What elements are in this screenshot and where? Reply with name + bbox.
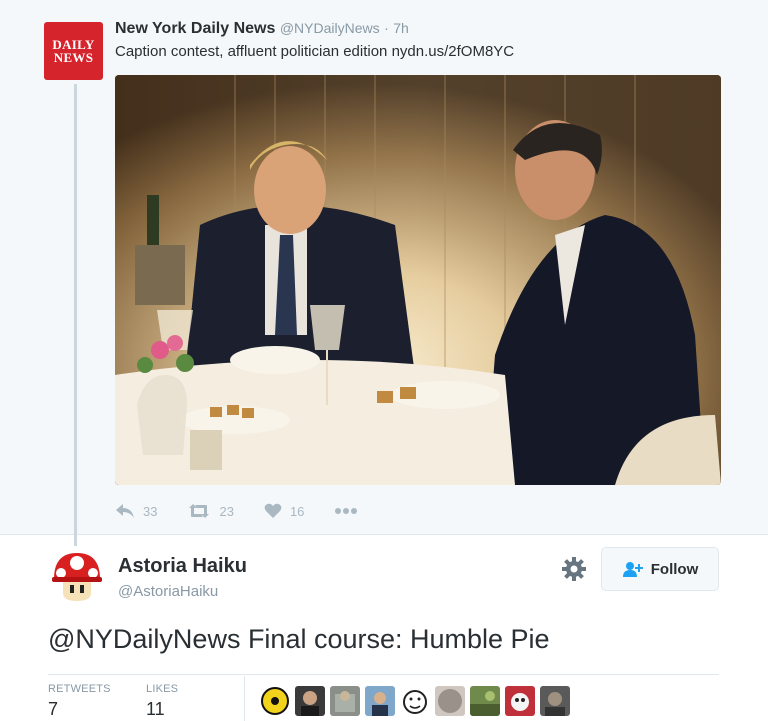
author-handle[interactable]: @AstoriaHaiku <box>118 583 218 600</box>
liker-avatar[interactable] <box>435 686 465 716</box>
like-button[interactable]: 16 <box>264 503 304 519</box>
liker-avatar[interactable] <box>470 686 500 716</box>
liker-avatar[interactable] <box>365 686 395 716</box>
like-count: 16 <box>289 503 305 519</box>
retweets-value[interactable]: 7 <box>48 699 58 720</box>
liker-avatar[interactable] <box>260 686 290 716</box>
follow-button[interactable]: Follow <box>601 547 719 591</box>
quoted-timestamp[interactable]: 7h <box>393 20 409 36</box>
settings-button[interactable] <box>562 557 586 581</box>
more-button[interactable] <box>334 507 366 515</box>
liker-avatars <box>260 686 575 716</box>
reply-icon <box>116 504 134 518</box>
add-user-icon <box>622 562 643 577</box>
liker-avatar[interactable] <box>505 686 535 716</box>
astoriahaiku-avatar[interactable] <box>50 549 104 603</box>
retweet-count: 23 <box>219 503 234 519</box>
reply-button[interactable]: 33 <box>115 503 157 519</box>
likes-value[interactable]: 11 <box>146 699 165 720</box>
liker-avatar[interactable] <box>540 686 570 716</box>
follow-label: Follow <box>650 560 699 578</box>
tweet-text: @NYDailyNews Final course: Humble Pie <box>48 624 550 654</box>
retweet-icon <box>189 504 210 518</box>
reply-count: 33 <box>143 503 158 519</box>
quoted-tweet-header: New York Daily News @NYDailyNews · 7h <box>115 20 409 38</box>
gear-icon <box>562 557 586 581</box>
author-name[interactable]: Astoria Haiku <box>118 555 247 578</box>
stats-divider <box>48 674 719 675</box>
logo-text-line2: NEWS <box>53 50 94 65</box>
liker-avatar[interactable] <box>295 686 325 716</box>
retweet-button[interactable]: 23 <box>187 503 234 519</box>
liker-avatar[interactable] <box>400 686 430 716</box>
more-icon <box>335 508 358 514</box>
likes-label[interactable]: LIKES <box>146 683 178 695</box>
heart-icon <box>264 503 282 518</box>
quoted-tweet-actions: 33 23 16 <box>115 500 396 522</box>
conversation-thread-line <box>74 84 77 546</box>
header-separator: · <box>384 20 389 36</box>
quoted-author-name[interactable]: New York Daily News <box>115 20 275 37</box>
mushroom-avatar-icon <box>52 553 102 601</box>
quoted-tweet-text: Caption contest, affluent politician edi… <box>115 43 515 60</box>
nydailynews-avatar[interactable]: DAILY NEWS <box>44 22 103 80</box>
liker-avatar[interactable] <box>330 686 360 716</box>
stats-vertical-divider <box>244 676 245 721</box>
quoted-author-handle[interactable]: @NYDailyNews <box>280 20 380 36</box>
retweets-label[interactable]: RETWEETS <box>48 683 111 695</box>
tweet-photo[interactable] <box>115 75 721 485</box>
